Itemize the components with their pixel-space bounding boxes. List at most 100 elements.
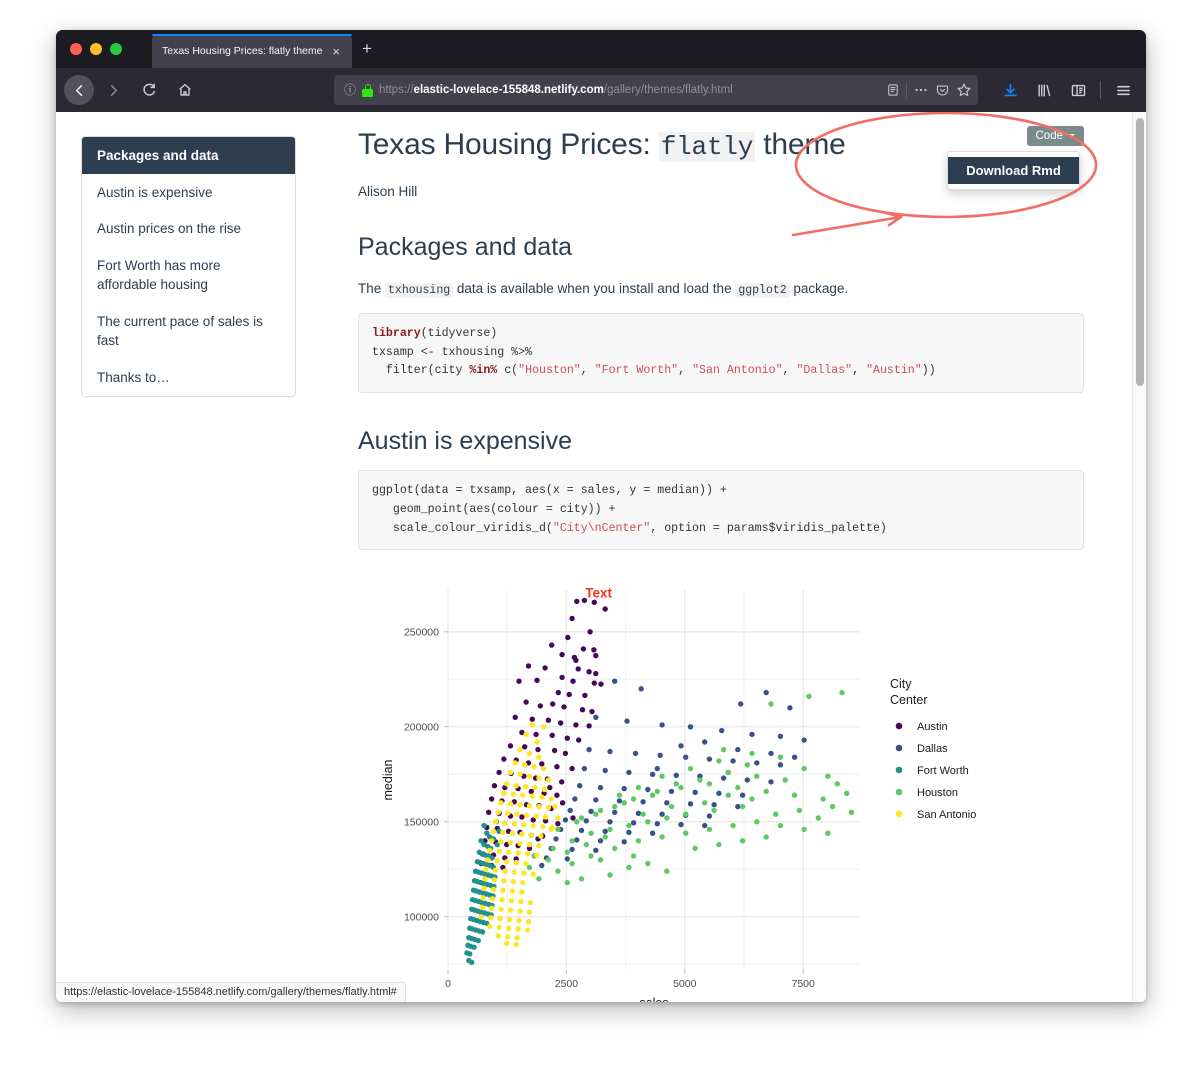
bookmark-star-icon[interactable] — [956, 82, 972, 98]
status-bar-url: https://elastic-lovelace-155848.netlify.… — [56, 982, 406, 1002]
ytick-label: 150000 — [404, 817, 439, 829]
ytick-label: 100000 — [404, 912, 439, 924]
toolbar-right — [995, 75, 1138, 105]
paragraph-text-2: data is available when you install and l… — [453, 280, 736, 296]
legend-swatch-austin — [895, 723, 903, 730]
legend-swatch-houston — [895, 789, 903, 796]
ytick-label: 200000 — [404, 722, 439, 734]
legend-title-line2: Center — [890, 693, 928, 707]
sidebar-icon[interactable] — [1063, 75, 1093, 105]
section-heading-packages-and-data: Packages and data — [358, 232, 573, 261]
paragraph-text-3: package. — [789, 280, 849, 296]
legend-swatch-san-antonio — [895, 811, 903, 818]
web-page: Packages and data Austin is expensive Au… — [56, 112, 1132, 1002]
code-string-houston: "Houston" — [518, 364, 581, 378]
main-content: Code Download Rmd Texas Housing Prices: … — [358, 112, 1084, 1002]
maximize-window-button[interactable] — [110, 43, 122, 55]
code-keyword-library: library — [372, 326, 421, 340]
library-icon[interactable] — [1029, 75, 1059, 105]
forward-icon[interactable] — [98, 75, 128, 105]
toc-item-thanks-to[interactable]: Thanks to… — [82, 359, 295, 396]
reader-view-icon[interactable] — [886, 83, 900, 97]
code-string-san-antonio: "San Antonio" — [692, 364, 783, 378]
page-actions-icon[interactable] — [913, 82, 929, 98]
xtick-label: 0 — [445, 978, 451, 990]
close-window-button[interactable] — [70, 43, 82, 55]
tab-title: Texas Housing Prices: flatly theme — [162, 45, 323, 57]
scrollbar-thumb[interactable] — [1136, 118, 1144, 386]
reload-icon[interactable] — [134, 75, 164, 105]
paragraph-text-1: The — [358, 280, 386, 296]
lock-icon — [362, 83, 374, 97]
code-line3-a: filter(city — [372, 364, 470, 378]
pocket-icon[interactable] — [935, 83, 950, 98]
code-line3-end: )) — [921, 364, 936, 378]
code2-line1: ggplot(data = txsamp, aes(x = sales, y =… — [372, 484, 727, 498]
browser-tab[interactable]: Texas Housing Prices: flatly theme × — [152, 34, 352, 68]
xtick-label: 2500 — [555, 978, 579, 990]
url-prefix: https:// — [379, 84, 414, 96]
table-of-contents: Packages and data Austin is expensive Au… — [81, 136, 296, 397]
y-axis-label: median — [381, 760, 395, 801]
toc-item-austin-prices-on-the-rise[interactable]: Austin prices on the rise — [82, 210, 295, 247]
code-line1-rest: (tidyverse) — [420, 326, 498, 340]
xtick-label: 7500 — [791, 978, 815, 990]
xtick-label: 5000 — [673, 978, 697, 990]
toc-item-current-pace-of-sales[interactable]: The current pace of sales is fast — [82, 303, 295, 359]
legend-label-houston: Houston — [917, 787, 958, 799]
code-string-city-center: "City\nCenter" — [552, 521, 651, 535]
minimize-window-button[interactable] — [90, 43, 102, 55]
url-host: elastic-lovelace-155848.netlify.com — [413, 84, 604, 96]
content-viewport: Packages and data Austin is expensive Au… — [56, 112, 1146, 1002]
url-bar[interactable]: ⓘ https://elastic-lovelace-155848.netlif… — [334, 75, 978, 105]
site-info-icon[interactable]: ⓘ — [344, 84, 356, 96]
download-rmd-menu-item[interactable]: Download Rmd — [948, 157, 1079, 184]
code-line3-b: c( — [497, 364, 519, 378]
browser-window: Texas Housing Prices: flatly theme × + ⓘ… — [56, 30, 1146, 1002]
home-icon[interactable] — [170, 75, 200, 105]
legend-label-dallas: Dallas — [917, 743, 948, 755]
code-keyword-in: %in% — [469, 364, 498, 378]
legend-label-austin: Austin — [917, 721, 948, 733]
url-text: https://elastic-lovelace-155848.netlify.… — [379, 84, 880, 96]
toc-item-austin-is-expensive[interactable]: Austin is expensive — [82, 174, 295, 211]
scatter-plot-figure: Text 0 2500 5000 7500 100000 150000 200000 25000… — [370, 568, 1010, 1002]
legend-label-san-antonio: San Antonio — [917, 809, 976, 821]
title-text-before: Texas Housing Prices: — [358, 128, 659, 161]
toc-item-packages-and-data[interactable]: Packages and data — [82, 137, 295, 174]
code-button-label: Code — [1035, 130, 1064, 142]
code2-line3-b: , option = params$viridis_palette) — [650, 521, 887, 535]
url-path: /gallery/themes/flatly.html — [603, 84, 733, 96]
hamburger-menu-icon[interactable] — [1108, 75, 1138, 105]
chart-svg: Text 0 2500 5000 7500 100000 150000 200000 25000… — [381, 586, 976, 1002]
code2-line3-a: scale_colour_viridis_d( — [372, 521, 553, 535]
toolbar-divider — [1100, 81, 1101, 99]
code2-line2: geom_point(aes(colour = city)) + — [372, 502, 616, 516]
title-text-after: theme — [755, 128, 846, 161]
plot-panel — [448, 590, 860, 971]
ytick-label: 250000 — [404, 627, 439, 639]
urlbar-divider — [906, 82, 907, 98]
x-axis-label: sales — [639, 996, 668, 1002]
code-chunk-2: ggplot(data = txsamp, aes(x = sales, y =… — [358, 470, 1084, 551]
back-icon[interactable] — [64, 75, 94, 105]
toc-item-fort-worth-affordable-housing[interactable]: Fort Worth has more affordable housing — [82, 247, 295, 303]
section-heading-austin-is-expensive: Austin is expensive — [358, 427, 573, 456]
code-button[interactable]: Code — [1026, 126, 1084, 146]
download-icon[interactable] — [995, 75, 1025, 105]
title-code-flatly: flatly — [658, 132, 756, 162]
new-tab-icon[interactable]: + — [362, 40, 372, 57]
close-tab-icon[interactable]: × — [328, 43, 344, 60]
vertical-scrollbar[interactable] — [1132, 112, 1146, 1002]
legend-swatch-dallas — [895, 745, 903, 752]
code-string-austin: "Austin" — [866, 364, 922, 378]
navigation-toolbar: ⓘ https://elastic-lovelace-155848.netlif… — [56, 68, 1146, 112]
legend-swatch-fort-worth — [895, 767, 903, 774]
chevron-down-icon — [1067, 133, 1075, 138]
code-dropdown-menu: Download Rmd — [947, 151, 1080, 190]
legend-label-fort-worth: Fort Worth — [917, 765, 969, 777]
tab-strip: Texas Housing Prices: flatly theme × + — [56, 30, 1146, 68]
code-string-dallas: "Dallas" — [796, 364, 853, 378]
inline-code-txhousing: txhousing — [385, 282, 454, 298]
inline-code-ggplot2: ggplot2 — [735, 282, 790, 298]
